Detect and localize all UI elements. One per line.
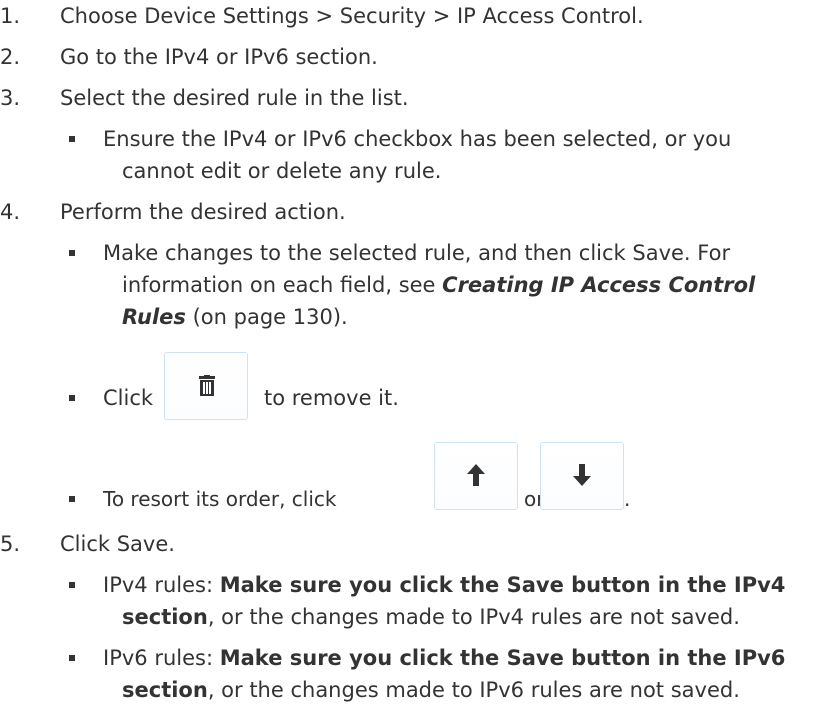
bullet-icon bbox=[69, 136, 75, 142]
ipv4-note-text: , or the changes made to IPv4 rules are … bbox=[207, 605, 740, 629]
arrow-down-icon bbox=[573, 464, 591, 486]
arrow-up-icon bbox=[467, 464, 485, 486]
action-edit-line: Make changes to the selected rule, and t… bbox=[103, 241, 731, 265]
action-resort-prefix: To resort its order, click bbox=[103, 487, 337, 511]
page-reference: (on page 130). bbox=[185, 305, 348, 329]
ipv4-label: IPv4 rules: bbox=[103, 573, 220, 597]
step-number: 5. bbox=[0, 532, 21, 556]
ipv6-note-line: IPv6 rules: Make sure you click the Save… bbox=[103, 645, 785, 671]
step-text: Select the desired rule in the list. bbox=[60, 86, 409, 110]
step-note-line: cannot edit or delete any rule. bbox=[122, 159, 442, 183]
step-number: 1. bbox=[0, 4, 21, 28]
step-number: 2. bbox=[0, 45, 21, 69]
step-text: Go to the IPv4 or IPv6 section. bbox=[60, 45, 378, 69]
bullet-icon bbox=[69, 496, 75, 502]
step-note-line: Ensure the IPv4 or IPv6 checkbox has bee… bbox=[103, 127, 732, 151]
cross-reference-link[interactable]: Rules bbox=[122, 305, 186, 329]
bullet-icon bbox=[69, 395, 75, 401]
bullet-icon bbox=[69, 582, 75, 588]
step-text: Choose Device Settings > Security > IP A… bbox=[60, 4, 644, 28]
step-number: 4. bbox=[0, 200, 21, 224]
cross-reference-link[interactable]: Creating IP Access Control bbox=[442, 273, 755, 297]
action-edit-line: information on each field, see Creating … bbox=[122, 272, 755, 298]
ipv6-warning: section bbox=[122, 678, 208, 702]
delete-button[interactable] bbox=[164, 352, 248, 420]
ipv6-label: IPv6 rules: bbox=[103, 646, 220, 670]
move-up-button[interactable] bbox=[434, 442, 518, 510]
ipv4-note-line: section, or the changes made to IPv4 rul… bbox=[122, 604, 740, 630]
trash-icon bbox=[199, 375, 215, 396]
ipv6-warning: Make sure you click the Save button in t… bbox=[219, 646, 786, 670]
action-resort-suffix: . bbox=[624, 487, 631, 511]
ipv6-note-line: section, or the changes made to IPv6 rul… bbox=[122, 677, 740, 703]
bullet-icon bbox=[69, 655, 75, 661]
action-delete-suffix: to remove it. bbox=[264, 386, 399, 410]
step-text: Click Save. bbox=[60, 532, 175, 556]
ipv4-warning: section bbox=[122, 605, 208, 629]
action-delete-prefix: Click bbox=[103, 386, 154, 410]
step-number: 3. bbox=[0, 86, 21, 110]
ipv6-note-text: , or the changes made to IPv6 rules are … bbox=[207, 678, 740, 702]
step-text: Perform the desired action. bbox=[60, 200, 346, 224]
move-down-button[interactable] bbox=[540, 442, 624, 510]
action-edit-line: Rules (on page 130). bbox=[122, 304, 348, 330]
action-edit-text: information on each field, see bbox=[122, 273, 443, 297]
ipv4-warning: Make sure you click the Save button in t… bbox=[219, 573, 786, 597]
bullet-icon bbox=[69, 250, 75, 256]
ipv4-note-line: IPv4 rules: Make sure you click the Save… bbox=[103, 572, 785, 598]
